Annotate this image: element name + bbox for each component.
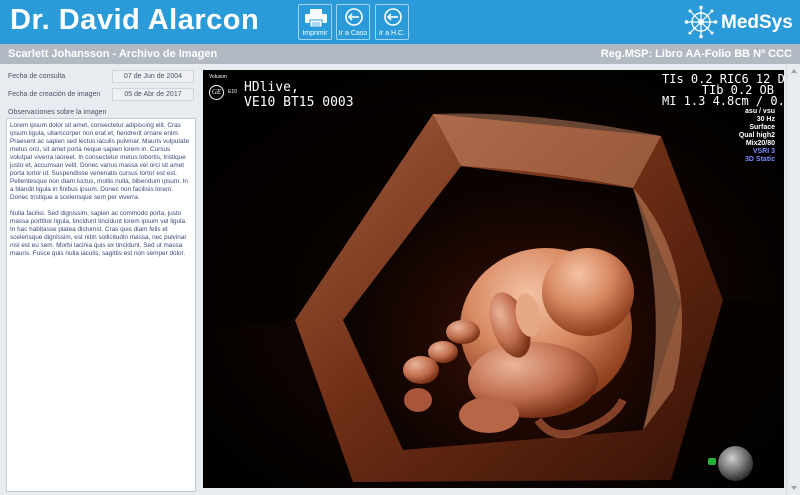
image-date-field[interactable]: 05 de Abr de 2017	[112, 88, 194, 101]
consult-date-label: Fecha de consulta	[8, 73, 66, 80]
render-setting-line: VSRI 3	[752, 148, 775, 155]
printer-icon	[305, 9, 327, 28]
go-to-case-label: Ir a Caso	[338, 30, 368, 37]
registration-info: Reg.MSP: Libro AA-Folio BB Nº CCC	[600, 48, 792, 60]
render-settings: asu / vsu 30 Hz Surface Qual high2 Mix20…	[699, 108, 775, 164]
orientation-ball-icon[interactable]	[718, 446, 753, 481]
machine-number: E10	[228, 89, 237, 95]
render-setting-line: Mix20/80	[745, 140, 775, 147]
info-sidebar: Fecha de consulta 07 de Jun de 2004 Fech…	[0, 64, 201, 495]
medsys-logo-icon	[684, 5, 718, 39]
volume-label: Voluson	[209, 74, 227, 80]
scan-params: TIs 0.2 RIC6 12 D TIb 0.2 OB MI 1.3 4.8c…	[662, 73, 784, 108]
go-to-case-button[interactable]: Ir a Caso	[336, 4, 370, 40]
scroll-down-arrow-icon[interactable]	[791, 486, 797, 490]
print-button[interactable]: Imprimir	[298, 4, 332, 40]
fetus-render	[203, 70, 784, 488]
render-setting-line: Qual high2	[738, 132, 775, 139]
doctor-name: Dr. David Alarcon	[10, 4, 260, 36]
ultrasound-image[interactable]: Voluson GE E10 HDlive, VE10 BT15 0003 TI…	[203, 70, 784, 488]
image-viewer: Voluson GE E10 HDlive, VE10 BT15 0003 TI…	[201, 64, 800, 495]
logo-text: MedSys	[721, 12, 793, 33]
render-setting-line: 3D Static	[745, 156, 775, 163]
back-arrow-icon	[384, 8, 402, 26]
scroll-up-arrow-icon[interactable]	[791, 69, 797, 73]
consult-date-row: Fecha de consulta 07 de Jun de 2004	[4, 69, 196, 85]
patient-archive-title: Scarlett Johansson - Archivo de Imagen	[8, 48, 218, 60]
render-setting-line: Surface	[749, 124, 775, 131]
image-date-row: Fecha de creación de imagen 05 de Abr de…	[4, 87, 196, 103]
print-button-label: Imprimir	[302, 30, 328, 37]
render-mode-line2: VE10 BT15 0003	[244, 95, 354, 110]
back-arrow-icon	[345, 8, 363, 26]
ge-logo-icon: GE	[209, 85, 224, 100]
render-setting-line: 30 Hz	[756, 116, 775, 123]
consult-date-field[interactable]: 07 de Jun de 2004	[112, 70, 194, 83]
observation-paragraph: Nulla facilisi. Sed dignissim, sapien ac…	[10, 210, 187, 257]
image-date-label: Fecha de creación de imagen	[8, 91, 101, 98]
observations-label: Observaciones sobre la imagen	[8, 109, 107, 116]
render-setting-line: asu / vsu	[745, 108, 775, 115]
subheader-bar: Scarlett Johansson - Archivo de Imagen R…	[0, 44, 800, 64]
go-to-hc-label: Ir a H.C.	[378, 30, 406, 37]
app-header: Dr. David Alarcon Imprimir Ir a Caso Ir …	[0, 0, 800, 44]
medsys-logo: MedSys	[683, 5, 795, 39]
orientation-marker	[708, 458, 716, 465]
render-mode-line1: HDlive,	[244, 80, 299, 95]
observations-textarea[interactable]: Lorem ipsum dolor sit amet, consectetur …	[6, 118, 196, 492]
vertical-scrollbar[interactable]	[786, 64, 800, 495]
go-to-hc-button[interactable]: Ir a H.C.	[375, 4, 409, 40]
scan-param-line: MI 1.3 4.8cm / 0.9	[662, 94, 784, 108]
observation-paragraph: Lorem ipsum dolor sit amet, consectetur …	[10, 122, 190, 201]
